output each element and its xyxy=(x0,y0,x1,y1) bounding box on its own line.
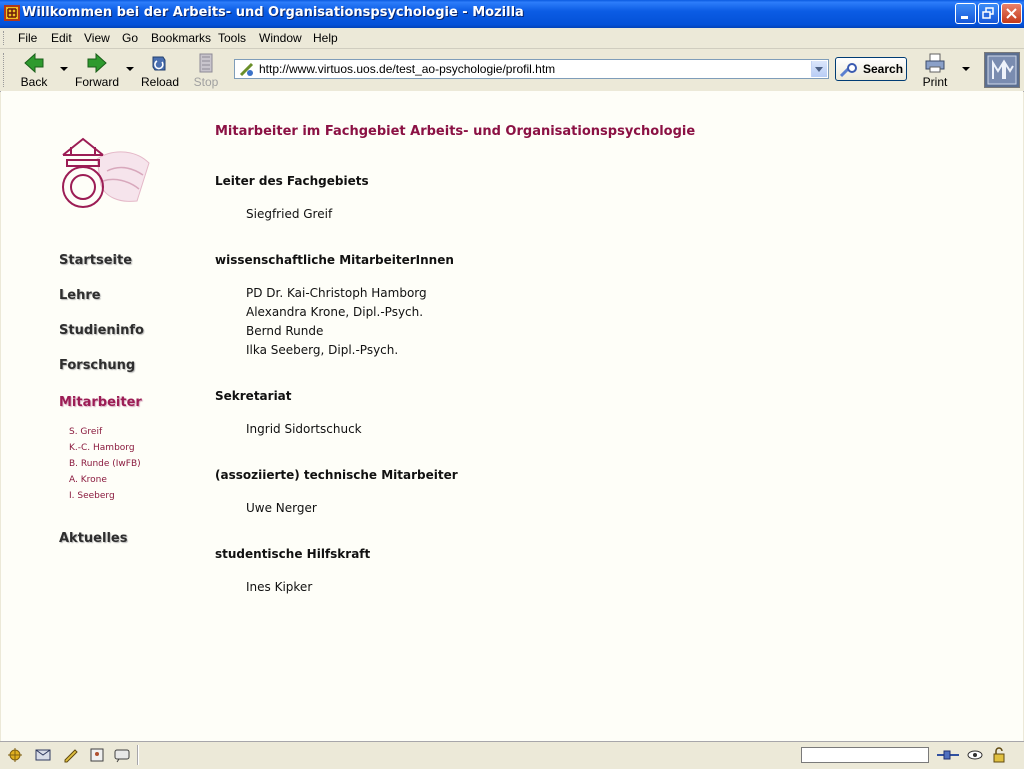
menu-bookmarks[interactable]: Bookmarks xyxy=(151,31,211,45)
nav-aktuelles[interactable]: Aktuelles xyxy=(59,531,127,546)
print-label: Print xyxy=(922,75,948,89)
staff-name: Ilka Seeberg, Dipl.-Psych. xyxy=(246,343,399,357)
nav-studieninfo[interactable]: Studieninfo xyxy=(59,323,144,338)
toolbar-grip xyxy=(3,53,7,87)
section-title: Sekretariat xyxy=(215,389,292,403)
staff-name: PD Dr. Kai-Christoph Hamborg xyxy=(246,286,427,300)
address-book-icon[interactable] xyxy=(88,747,106,763)
staff-name: Alexandra Krone, Dipl.-Psych. xyxy=(246,305,424,319)
progress-field xyxy=(801,747,929,763)
restore-button[interactable] xyxy=(978,3,999,24)
forward-dropdown-arrow[interactable] xyxy=(126,67,134,71)
chat-icon[interactable] xyxy=(113,747,131,763)
menu-view[interactable]: View xyxy=(84,31,110,45)
status-bar xyxy=(0,741,1024,769)
menu-help[interactable]: Help xyxy=(313,31,338,45)
subnav-runde[interactable]: B. Runde (IwFB) xyxy=(69,459,141,469)
subnav-krone[interactable]: A. Krone xyxy=(69,475,107,485)
mozilla-app-icon[interactable] xyxy=(4,5,20,21)
reload-button[interactable]: Reload xyxy=(140,51,180,89)
section-title: studentische Hilfskraft xyxy=(215,547,371,561)
forward-arrow-icon xyxy=(87,52,107,74)
minimize-button[interactable] xyxy=(955,3,976,24)
menu-window[interactable]: Window xyxy=(259,31,302,45)
title-bar: Willkommen bei der Arbeits- und Organisa… xyxy=(0,0,1024,28)
page-favicon-icon xyxy=(239,62,254,77)
mail-icon[interactable] xyxy=(34,747,52,763)
section-title: (assoziierte) technische Mitarbeiter xyxy=(215,468,458,482)
nav-mitarbeiter[interactable]: Mitarbeiter xyxy=(59,395,142,410)
mozilla-logo-icon xyxy=(987,55,1017,85)
ao-psychologie-logo[interactable] xyxy=(57,119,153,211)
navigator-icon[interactable] xyxy=(6,747,24,763)
navigation-toolbar: Back Forward Reload Stop http://www.virt… xyxy=(0,49,1024,92)
nav-lehre[interactable]: Lehre xyxy=(59,288,101,303)
subnav-seeberg[interactable]: I. Seeberg xyxy=(69,491,115,501)
back-arrow-icon xyxy=(24,52,44,74)
mozilla-throbber[interactable] xyxy=(984,52,1020,88)
page-heading: Mitarbeiter im Fachgebiet Arbeits- und O… xyxy=(215,124,696,139)
page-content: Startseite Lehre Studieninfo Forschung M… xyxy=(1,91,1023,741)
staff-name: Bernd Runde xyxy=(246,324,324,338)
print-dropdown-arrow[interactable] xyxy=(962,67,970,71)
reload-icon xyxy=(152,56,166,71)
subnav-hamborg[interactable]: K.-C. Hamborg xyxy=(69,443,135,453)
url-input[interactable] xyxy=(259,61,807,77)
nav-startseite[interactable]: Startseite xyxy=(59,253,132,268)
staff-name: Ines Kipker xyxy=(246,580,313,594)
menu-tools[interactable]: Tools xyxy=(218,31,246,45)
menu-edit[interactable]: Edit xyxy=(51,31,72,45)
menu-bar: File Edit View Go Bookmarks Tools Window… xyxy=(0,28,1024,49)
section-title: Leiter des Fachgebiets xyxy=(215,174,369,188)
cookie-eye-icon[interactable] xyxy=(966,747,984,763)
composer-icon[interactable] xyxy=(62,747,80,763)
url-bar[interactable] xyxy=(234,59,829,79)
online-status-icon[interactable] xyxy=(936,747,960,763)
stop-label: Stop xyxy=(193,75,219,89)
back-label: Back xyxy=(20,75,48,89)
nav-forschung[interactable]: Forschung xyxy=(59,358,135,373)
close-window-button[interactable] xyxy=(1001,3,1022,24)
security-lock-icon[interactable] xyxy=(990,747,1008,763)
staff-name: Ingrid Sidortschuck xyxy=(246,422,362,436)
staff-name: Siegfried Greif xyxy=(246,207,333,221)
search-label: Search xyxy=(863,62,904,76)
subnav-greif[interactable]: S. Greif xyxy=(69,427,102,437)
search-icon xyxy=(840,63,857,78)
forward-button[interactable]: Forward xyxy=(72,51,122,89)
stop-icon xyxy=(199,53,213,73)
reload-label: Reload xyxy=(140,75,180,89)
search-button[interactable]: Search xyxy=(835,57,907,81)
menu-file[interactable]: File xyxy=(18,31,37,45)
menubar-grip xyxy=(3,31,7,45)
print-button[interactable]: Print xyxy=(920,51,950,89)
back-button[interactable]: Back xyxy=(14,51,54,89)
forward-label: Forward xyxy=(74,75,119,89)
stop-button[interactable]: Stop xyxy=(188,51,224,89)
url-history-dropdown[interactable] xyxy=(811,61,827,77)
printer-icon xyxy=(925,53,945,73)
statusbar-separator xyxy=(137,745,139,765)
back-dropdown-arrow[interactable] xyxy=(60,67,68,71)
section-title: wissenschaftliche MitarbeiterInnen xyxy=(215,253,454,267)
staff-name: Uwe Nerger xyxy=(246,501,317,515)
window-title: Willkommen bei der Arbeits- und Organisa… xyxy=(22,5,524,20)
menu-go[interactable]: Go xyxy=(122,31,138,45)
